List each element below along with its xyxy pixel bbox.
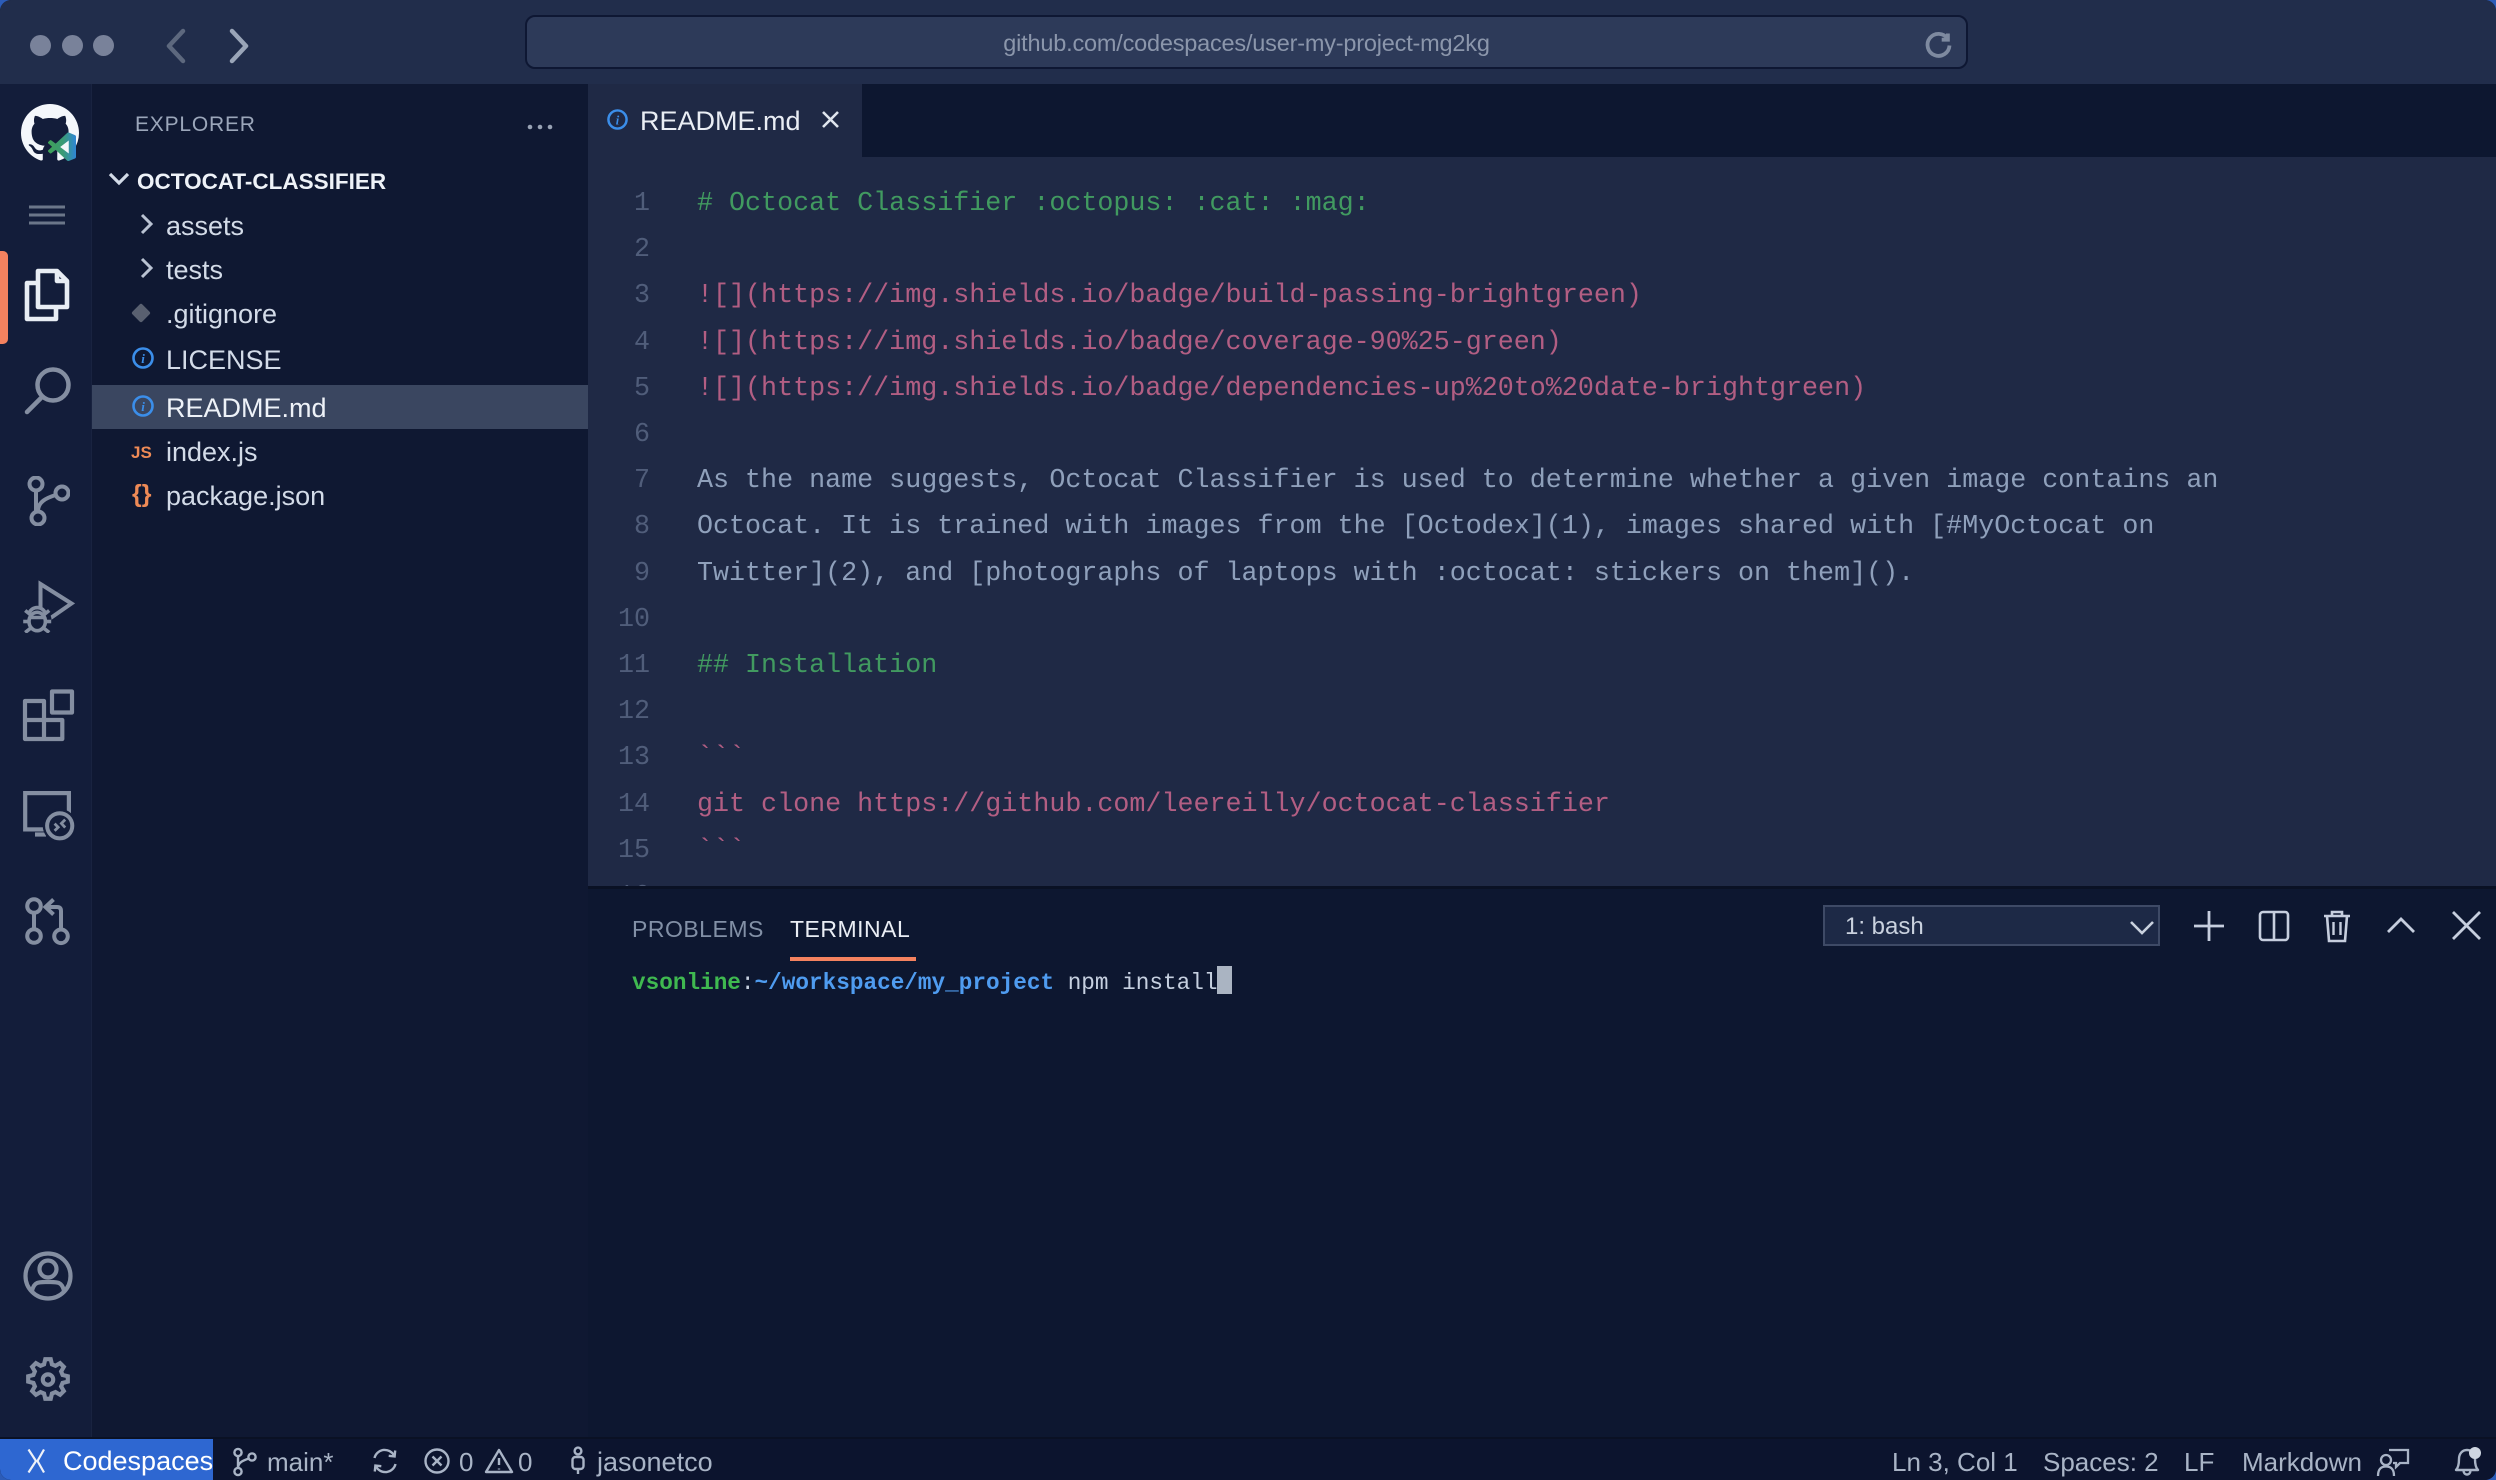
svg-text:i: i bbox=[616, 113, 620, 127]
svg-text:i: i bbox=[141, 399, 145, 414]
svg-text:i: i bbox=[141, 351, 145, 366]
